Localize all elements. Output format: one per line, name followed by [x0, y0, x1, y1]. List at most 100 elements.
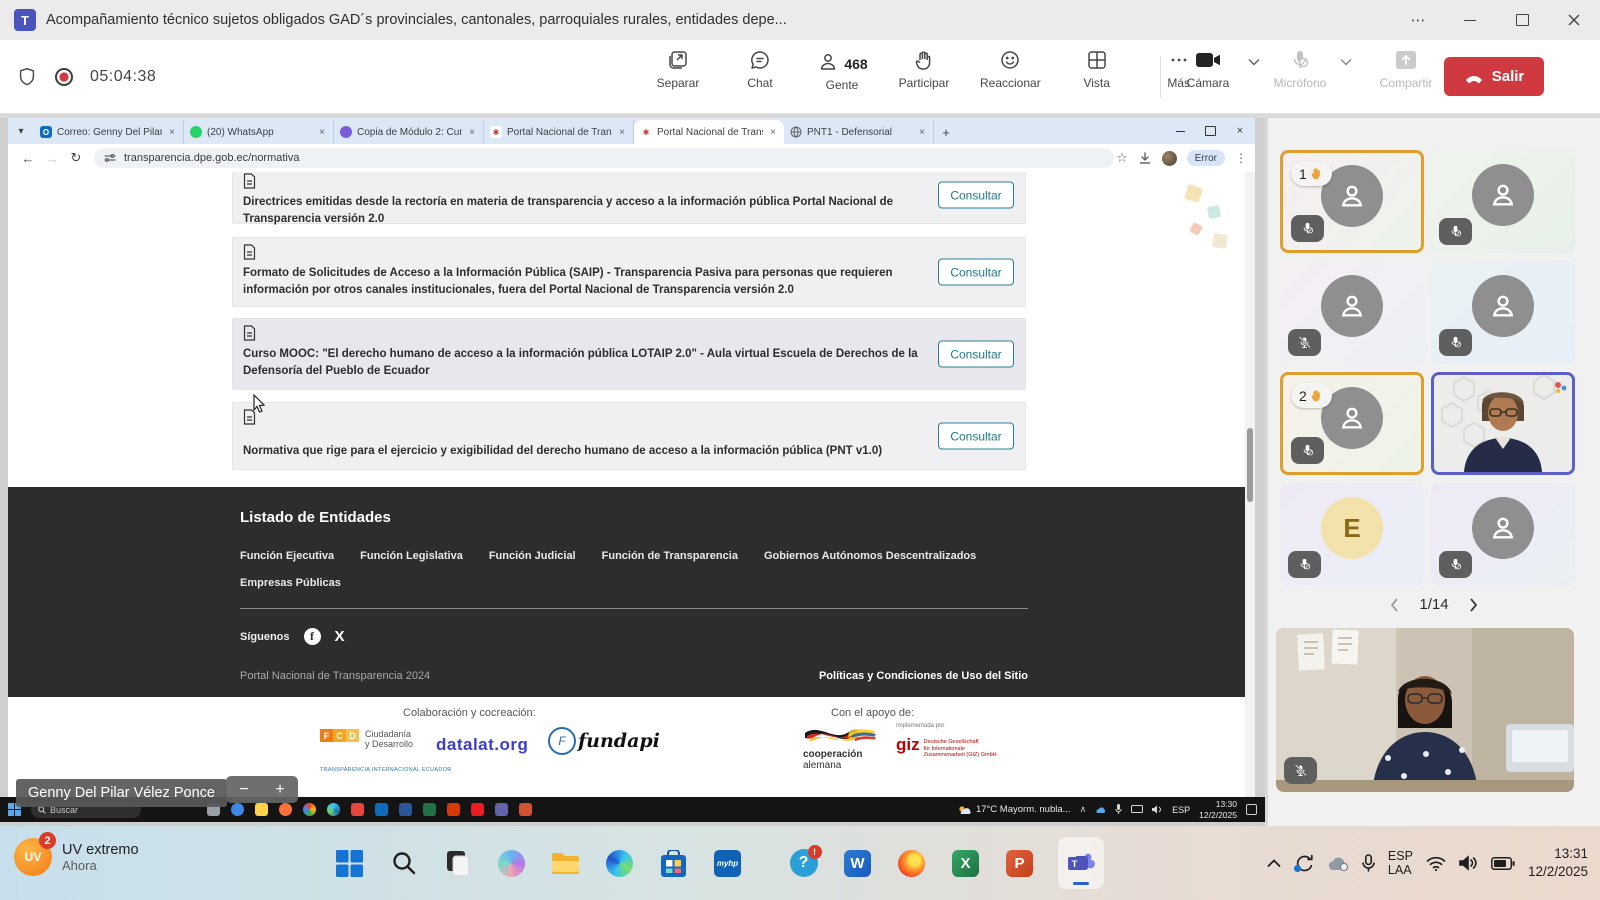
wifi-icon[interactable]: [1426, 856, 1446, 871]
footer-link[interactable]: Función Legislativa: [360, 550, 463, 562]
tab-close-icon[interactable]: ×: [317, 127, 327, 138]
tab-search-chevron-icon[interactable]: ▾: [8, 118, 34, 144]
scrollbar-thumb[interactable]: [1247, 428, 1253, 502]
new-tab-button[interactable]: +: [934, 120, 958, 144]
footer-link[interactable]: Función Judicial: [489, 550, 576, 562]
browser-menu-kebab-icon[interactable]: ⋮: [1235, 151, 1247, 165]
shared-taskbar-icon[interactable]: [255, 803, 268, 816]
shared-taskbar-icon[interactable]: [279, 803, 292, 816]
back-icon[interactable]: ←: [16, 151, 40, 166]
shared-taskbar-icon[interactable]: [495, 803, 508, 816]
breakout-button[interactable]: Separar: [652, 48, 704, 92]
word-button[interactable]: W: [842, 848, 873, 879]
tab-correo[interactable]: O Correo: Genny Del Pilar Vélez P ×: [34, 120, 184, 144]
task-view-button[interactable]: [442, 848, 473, 879]
copilot-button[interactable]: [496, 848, 527, 879]
language-indicator[interactable]: ESP LAA: [1388, 849, 1413, 878]
tab-modulo[interactable]: Copia de Módulo 2: Curso virtu ×: [334, 120, 484, 144]
battery-icon[interactable]: [1491, 857, 1515, 870]
view-button[interactable]: Vista: [1071, 48, 1123, 92]
mic-options-chevron-icon[interactable]: [1340, 58, 1352, 66]
consultar-button[interactable]: Consultar: [938, 182, 1014, 209]
page-scrollbar[interactable]: [1245, 172, 1255, 797]
file-explorer-button[interactable]: [550, 848, 581, 879]
error-badge[interactable]: Error: [1187, 150, 1225, 166]
browser-minimize-button[interactable]: [1165, 118, 1195, 144]
participant-tile[interactable]: [1280, 261, 1424, 364]
site-settings-icon[interactable]: [104, 152, 116, 164]
shared-weather-widget[interactable]: 17°C Mayorm. nubla...: [958, 804, 1071, 815]
consultar-button[interactable]: Consultar: [938, 341, 1014, 368]
firefox-button[interactable]: [896, 848, 927, 879]
tab-close-icon[interactable]: ×: [467, 127, 477, 138]
search-button[interactable]: [388, 848, 419, 879]
shared-taskbar-icon[interactable]: [231, 803, 244, 816]
sync-icon[interactable]: [1294, 853, 1314, 873]
myhp-button[interactable]: myhp: [712, 848, 743, 879]
shared-taskbar-icon[interactable]: [471, 803, 484, 816]
edge-button[interactable]: [604, 848, 635, 879]
tab-portal-1[interactable]: ✱ Portal Nacional de Transparenc ×: [484, 120, 634, 144]
zoom-out-button[interactable]: −: [239, 781, 248, 799]
download-icon[interactable]: [1138, 151, 1152, 165]
share-button[interactable]: Compartir: [1376, 48, 1436, 90]
react-button[interactable]: Reaccionar: [980, 48, 1041, 92]
shared-taskbar-icon[interactable]: [375, 803, 388, 816]
shared-language-indicator[interactable]: ESP: [1172, 805, 1190, 815]
volume-icon[interactable]: [1459, 855, 1478, 871]
address-bar[interactable]: transparencia.dpe.gob.ec/normativa: [94, 148, 1114, 168]
consultar-button[interactable]: Consultar: [938, 423, 1014, 450]
teams-button[interactable]: T: [1058, 837, 1104, 889]
raise-hand-button[interactable]: Participar: [898, 48, 950, 92]
start-button[interactable]: [334, 848, 365, 879]
shared-taskbar-icon[interactable]: [399, 803, 412, 816]
weather-widget[interactable]: UV 2 UV extremo Ahora: [14, 838, 139, 876]
page-prev-icon[interactable]: [1389, 597, 1399, 613]
shared-clock[interactable]: 13:30 12/2/2025: [1199, 799, 1237, 820]
tray-chevron-icon[interactable]: [1267, 859, 1281, 868]
window-maximize-button[interactable]: [1496, 0, 1548, 40]
self-video-tile[interactable]: [1276, 628, 1574, 792]
onedrive-icon[interactable]: [1327, 856, 1349, 871]
tab-pnt1[interactable]: PNT1 - Defensorial ×: [784, 120, 934, 144]
participant-tile[interactable]: [1431, 261, 1575, 364]
active-speaker-video-tile[interactable]: [1431, 372, 1575, 475]
x-twitter-icon[interactable]: X: [335, 628, 345, 645]
clock[interactable]: 13:31 12/2/2025: [1528, 845, 1588, 880]
excel-button[interactable]: X: [950, 848, 981, 879]
browser-close-button[interactable]: ×: [1225, 118, 1255, 144]
browser-restore-button[interactable]: [1195, 118, 1225, 144]
footer-policies-link[interactable]: Políticas y Condiciones de Uso del Sitio: [819, 670, 1028, 682]
page-next-icon[interactable]: [1469, 597, 1479, 613]
profile-avatar[interactable]: [1162, 151, 1177, 166]
footer-link[interactable]: Empresas Públicas: [240, 577, 341, 589]
shared-notification-icon[interactable]: [1246, 804, 1257, 815]
hp-support-button[interactable]: ?!: [788, 848, 819, 879]
forward-icon[interactable]: →: [40, 151, 64, 166]
footer-link[interactable]: Función Ejecutiva: [240, 550, 334, 562]
reload-icon[interactable]: ↻: [64, 150, 88, 166]
participant-tile[interactable]: E: [1280, 483, 1424, 586]
facebook-icon[interactable]: f: [304, 628, 321, 645]
microsoft-store-button[interactable]: [658, 848, 689, 879]
tab-close-icon[interactable]: ×: [768, 127, 778, 138]
chat-button[interactable]: Chat: [734, 48, 786, 92]
participant-tile[interactable]: 2: [1280, 372, 1424, 475]
shared-taskbar-icon[interactable]: [519, 803, 532, 816]
tab-portal-active[interactable]: ✱ Portal Nacional de Transparenc ×: [634, 120, 784, 144]
footer-link[interactable]: Función de Transparencia: [602, 550, 738, 562]
tab-whatsapp[interactable]: (20) WhatsApp ×: [184, 120, 334, 144]
people-button[interactable]: 468 Gente: [816, 48, 868, 92]
mic-tray-icon[interactable]: [1362, 854, 1375, 873]
camera-options-chevron-icon[interactable]: [1248, 58, 1260, 66]
shared-taskbar-icon[interactable]: [327, 803, 340, 816]
zoom-in-button[interactable]: +: [275, 781, 284, 799]
participant-tile[interactable]: [1431, 150, 1575, 253]
window-close-button[interactable]: [1548, 0, 1600, 40]
tab-close-icon[interactable]: ×: [167, 127, 177, 138]
window-menu-dots-icon[interactable]: ⋯: [1392, 0, 1444, 40]
shared-taskbar-icon[interactable]: [447, 803, 460, 816]
camera-button[interactable]: Cámara: [1178, 48, 1238, 90]
shared-taskbar-icon[interactable]: [423, 803, 436, 816]
participant-tile[interactable]: [1431, 483, 1575, 586]
